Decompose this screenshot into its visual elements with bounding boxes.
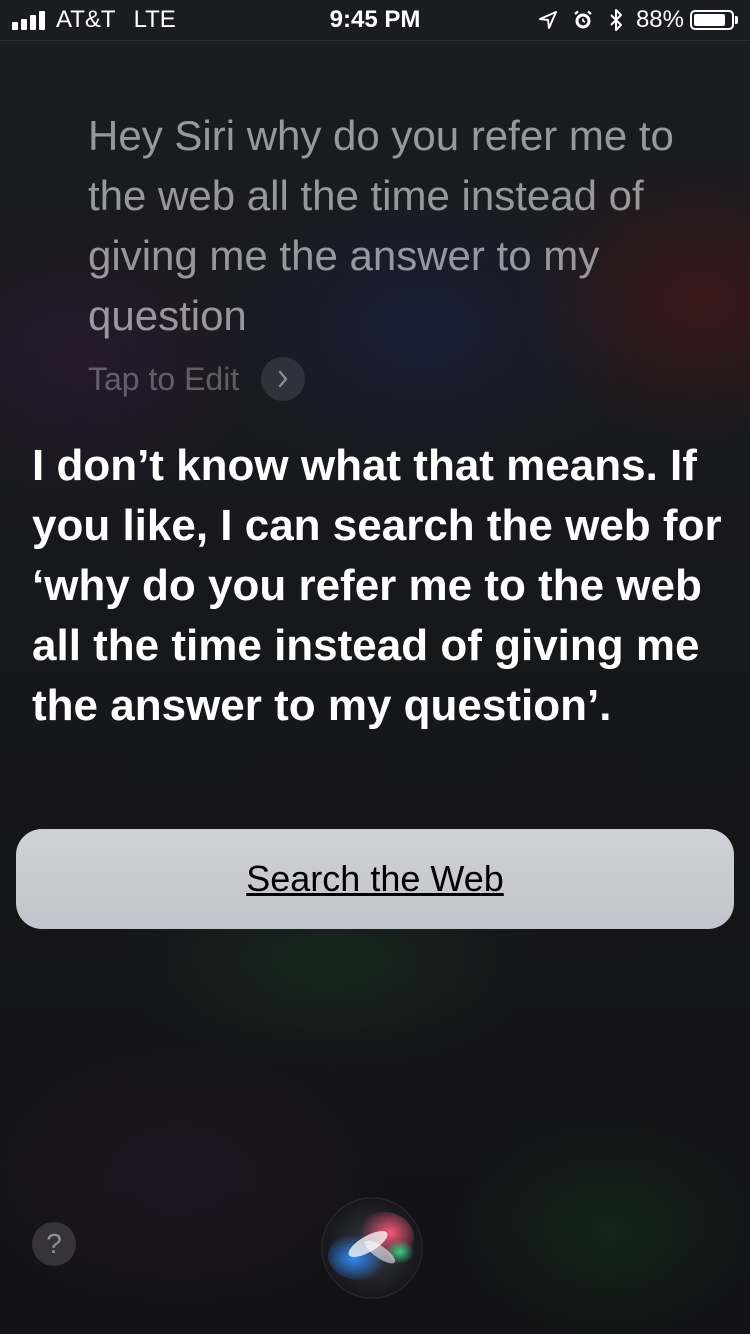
help-question-icon: ? [46,1228,62,1259]
siri-response-text: I don’t know what that means. If you lik… [32,441,722,730]
alarm-clock-icon [572,9,594,31]
battery-fill [694,14,726,26]
tap-to-edit-button[interactable]: Tap to Edit [88,356,306,402]
status-bar: AT&T LTE 9:45 PM 88% [0,0,750,41]
tap-to-edit-label: Tap to Edit [88,360,240,397]
status-right: 88% [524,6,738,34]
location-arrow-icon [538,10,558,30]
user-query-text: Hey Siri why do you refer me to the web … [88,112,674,339]
siri-waveform-icon [321,1197,423,1299]
help-button[interactable]: ? [32,1222,76,1266]
siri-orb-button[interactable] [310,1186,434,1310]
battery-percent: 88% [635,6,684,33]
bluetooth-icon [608,8,624,32]
battery-cap [735,16,738,24]
chevron-right-icon [261,357,306,401]
battery-icon [690,10,734,30]
search-the-web-button[interactable]: Search the Web [16,829,734,929]
search-the-web-label: Search the Web [246,858,504,899]
